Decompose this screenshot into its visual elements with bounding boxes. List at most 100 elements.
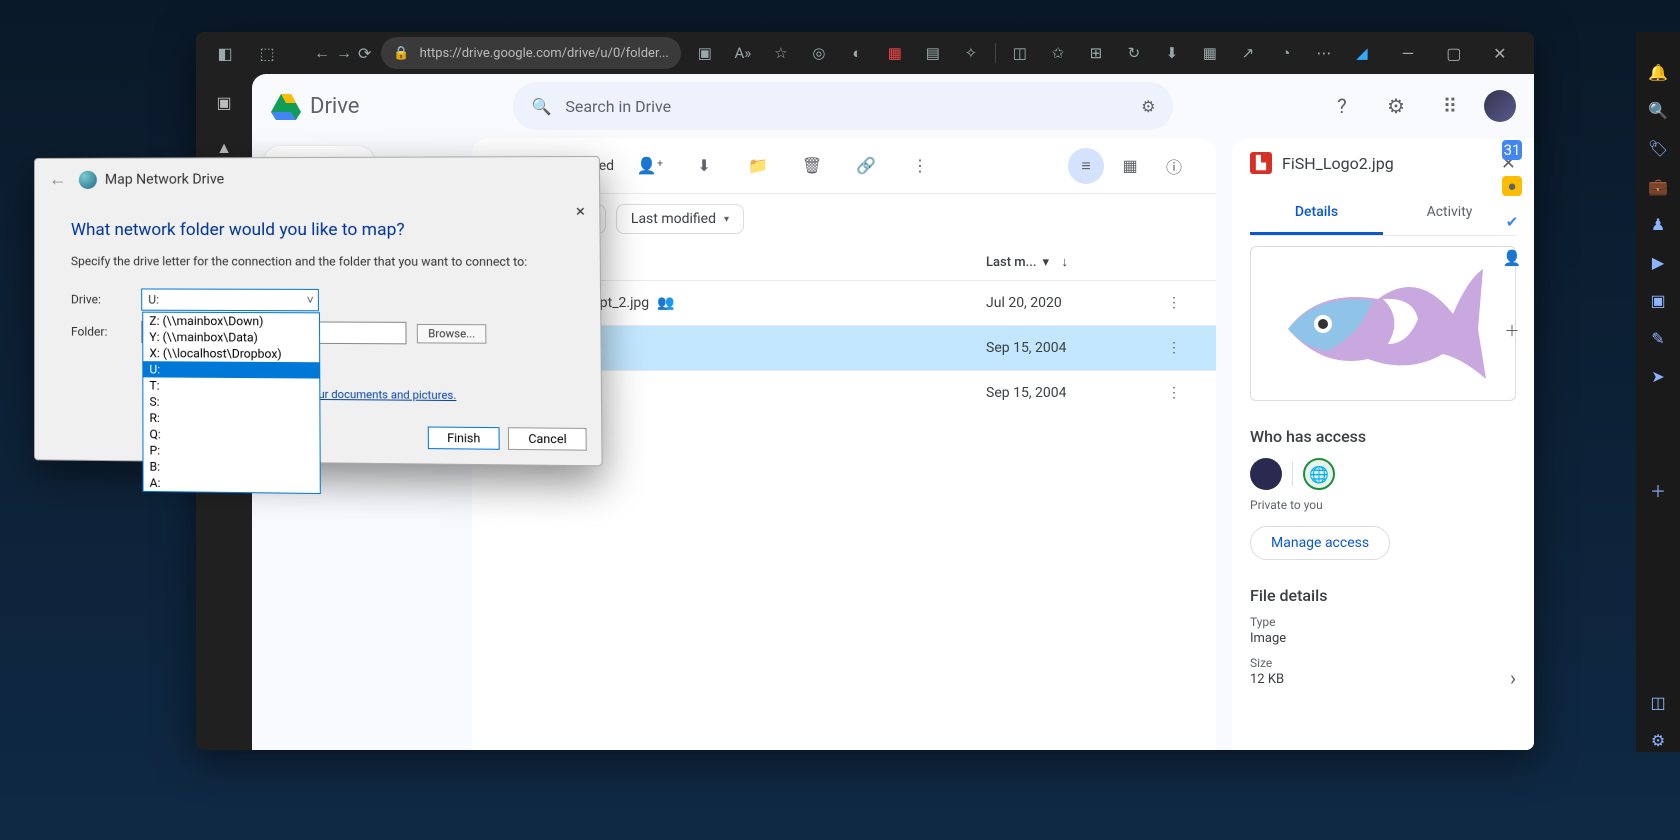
rail-tag-icon[interactable]: 🏷 <box>1646 136 1670 160</box>
drive-app-name: Drive <box>310 94 359 119</box>
rail-edit-icon[interactable]: ✎ <box>1646 326 1670 350</box>
maximize-button[interactable]: ▢ <box>1432 37 1476 69</box>
contacts-icon[interactable]: 👤 <box>1502 248 1522 268</box>
drive-option[interactable]: A: <box>144 475 320 493</box>
drive-option[interactable]: X: (\\localhost\Dropbox) <box>143 345 319 362</box>
row-more-icon[interactable]: ⋮ <box>1156 385 1192 401</box>
tab-details[interactable]: Details <box>1250 192 1383 235</box>
grid-view-icon[interactable]: ▦ <box>1112 148 1148 184</box>
info-icon[interactable]: ⓘ <box>1156 148 1192 184</box>
drive-search-bar[interactable]: 🔍 Search in Drive ⚙ <box>513 82 1173 130</box>
drive-option[interactable]: Q: <box>143 426 319 444</box>
move-icon[interactable]: 📁 <box>740 148 776 184</box>
google-side-panel: 31 ● ✔ 👤 ＋ <box>1490 116 1534 340</box>
drive-option[interactable]: Y: (\\mainbox\Data) <box>143 329 319 346</box>
addons-plus-icon[interactable]: ＋ <box>1502 320 1522 340</box>
dialog-back-icon[interactable]: ← <box>49 169 67 190</box>
date-cell: Sep 15, 2004 <box>986 340 1156 356</box>
privacy-status: Private to you <box>1250 498 1516 512</box>
dialog-title-text: Map Network Drive <box>105 171 224 187</box>
rail-games-icon[interactable]: ♟ <box>1646 212 1670 236</box>
address-bar[interactable]: 🔒 https://drive.google.com/drive/u/0/fol… <box>381 37 680 69</box>
details-filename: FiSH_Logo2.jpg <box>1282 154 1394 173</box>
close-window-button[interactable]: ✕ <box>1478 37 1522 69</box>
finish-button[interactable]: Finish <box>427 426 500 449</box>
vertical-tab-new-icon[interactable]: ▣ <box>206 84 242 120</box>
workspaces-icon[interactable]: ⬚ <box>250 36 284 70</box>
rail-search-icon[interactable]: 🔍 <box>1646 98 1670 122</box>
history-icon[interactable]: ↻ <box>1120 39 1148 67</box>
bing-icon[interactable]: ◢ <box>1348 39 1376 67</box>
ext-3-icon[interactable]: ▦ <box>881 39 909 67</box>
rail-bell-icon[interactable]: 🔔 <box>1646 60 1670 84</box>
keep-icon[interactable]: ● <box>1502 176 1522 196</box>
drive-option[interactable]: B: <box>143 458 319 476</box>
row-more-icon[interactable]: ⋮ <box>1156 295 1192 311</box>
drive-option[interactable]: P: <box>143 442 319 460</box>
drive-option[interactable]: Z: (\\mainbox\Down) <box>143 313 319 330</box>
file-details-title: File details <box>1250 586 1516 605</box>
drive-option[interactable]: S: <box>143 394 319 412</box>
type-value: Image <box>1250 631 1516 646</box>
column-last-modified[interactable]: Last m... ▾ ↓ <box>986 254 1156 270</box>
dialog-subtitle: Specify the drive letter for the connect… <box>71 254 562 269</box>
tasks-icon[interactable]: ✔ <box>1502 212 1522 232</box>
search-options-icon[interactable]: ⚙ <box>1141 97 1155 116</box>
share-icon[interactable]: ↗ <box>1234 39 1262 67</box>
apps-icon[interactable]: ▦ <box>1196 39 1224 67</box>
download-icon[interactable]: ⬇ <box>686 148 722 184</box>
rail-panel-toggle-icon[interactable]: ◫ <box>1646 690 1670 714</box>
apps-grid-icon[interactable]: ⠿ <box>1430 86 1470 126</box>
rail-send-icon[interactable]: ➤ <box>1646 364 1670 388</box>
calendar-icon[interactable]: 31 <box>1502 140 1522 160</box>
drive-option[interactable]: T: <box>143 377 319 395</box>
collections-icon[interactable]: ⊞ <box>1082 39 1110 67</box>
tab-actions-icon[interactable]: ◧ <box>208 36 242 70</box>
rail-plus-icon[interactable]: ＋ <box>1646 478 1670 502</box>
filter-icon[interactable]: ≡ <box>1068 148 1104 184</box>
rail-settings-icon[interactable]: ⚙ <box>1646 728 1670 752</box>
url-text: https://drive.google.com/drive/u/0/folde… <box>420 46 669 61</box>
support-icon[interactable]: ? <box>1322 86 1362 126</box>
sidebar-toggle-icon[interactable]: ◫ <box>1006 39 1034 67</box>
refresh-button[interactable]: ⟳ <box>358 36 371 70</box>
performance-icon[interactable]: ◔ <box>1272 39 1300 67</box>
date-cell: Sep 15, 2004 <box>986 385 1156 401</box>
selection-more-icon[interactable]: ⋮ <box>902 148 938 184</box>
downloads-icon[interactable]: ⬇ <box>1158 39 1186 67</box>
ext-4-icon[interactable]: ▤ <box>919 39 947 67</box>
dialog-close-icon[interactable]: × <box>570 200 591 221</box>
file-preview[interactable] <box>1250 246 1516 401</box>
drive-option[interactable]: R: <box>143 410 319 428</box>
owner-avatar[interactable] <box>1250 458 1282 490</box>
drive-logo[interactable]: Drive <box>270 90 359 122</box>
cancel-button[interactable]: Cancel <box>508 427 586 450</box>
browser-titlebar: ◧ ⬚ ← → ⟳ 🔒 https://drive.google.com/dri… <box>196 32 1534 74</box>
settings-icon[interactable]: ⚙ <box>1376 86 1416 126</box>
row-more-icon[interactable]: ⋮ <box>1156 340 1192 356</box>
favorites-hub-icon[interactable]: ✩ <box>1044 39 1072 67</box>
rail-play-icon[interactable]: ▶ <box>1646 250 1670 274</box>
share-person-icon[interactable]: 👤⁺ <box>632 148 668 184</box>
split-screen-icon[interactable]: ▣ <box>691 39 719 67</box>
rail-briefcase-icon[interactable]: 💼 <box>1646 174 1670 198</box>
forward-button: → <box>336 36 352 70</box>
drive-option[interactable]: U: <box>143 361 319 378</box>
ext-1-icon[interactable]: ◎ <box>805 39 833 67</box>
drive-label: Drive: <box>71 292 131 306</box>
rail-outlook-icon[interactable]: ▣ <box>1646 288 1670 312</box>
read-aloud-icon[interactable]: A» <box>729 39 757 67</box>
delete-icon[interactable]: 🗑 <box>794 148 830 184</box>
browse-button[interactable]: Browse... <box>417 323 487 343</box>
public-icon[interactable]: 🌐 <box>1303 458 1335 490</box>
more-icon[interactable]: ⋯ <box>1310 39 1338 67</box>
drive-letter-dropdown[interactable]: U: Z: (\\mainbox\Down) Y: (\\mainbox\Dat… <box>141 288 319 311</box>
extensions-icon[interactable]: ✧ <box>957 39 985 67</box>
minimize-button[interactable]: — <box>1386 37 1430 69</box>
ext-2-icon[interactable]: ◐ <box>843 39 871 67</box>
back-button[interactable]: ← <box>314 36 330 70</box>
favorite-icon[interactable]: ☆ <box>767 39 795 67</box>
link-icon[interactable]: 🔗 <box>848 148 884 184</box>
filter-chip-modified[interactable]: Last modified <box>616 204 744 234</box>
manage-access-button[interactable]: Manage access <box>1250 526 1390 560</box>
